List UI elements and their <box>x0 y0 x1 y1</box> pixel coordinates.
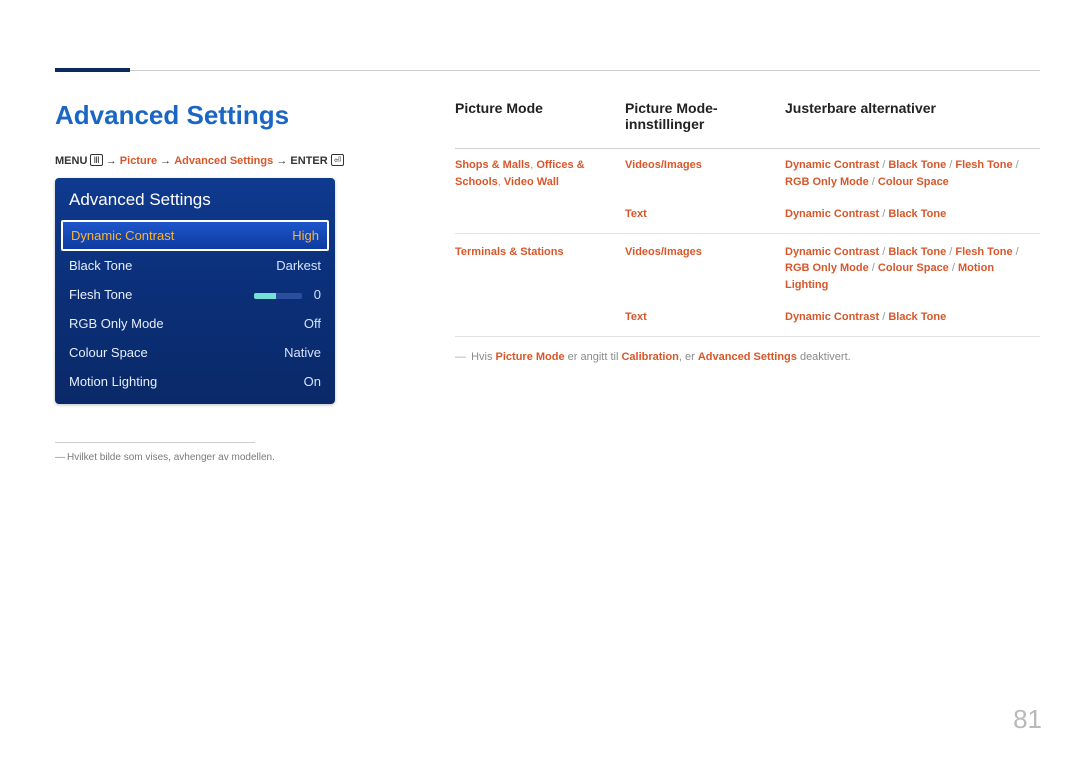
table-row: Shops & Malls, Offices & Schools, Video … <box>455 149 1040 198</box>
arrow-icon: → <box>106 155 117 167</box>
td-setting: Text <box>625 206 785 223</box>
note-text: deaktivert. <box>797 351 851 363</box>
breadcrumb-menu: MENU <box>55 155 87 167</box>
osd-title: Advanced Settings <box>55 178 335 220</box>
osd-value: Off <box>304 316 321 331</box>
td-options: Dynamic Contrast / Black Tone <box>785 206 1040 223</box>
page-title: Advanced Settings <box>55 100 289 131</box>
osd-label: Flesh Tone <box>69 287 132 302</box>
osd-value: 0 <box>314 287 321 302</box>
calibration-note: Hvis Picture Mode er angitt til Calibrat… <box>455 351 1040 363</box>
breadcrumb-picture: Picture <box>120 155 157 167</box>
osd-row-black-tone[interactable]: Black Tone Darkest <box>55 251 335 280</box>
footnote-separator <box>55 442 255 443</box>
osd-label: Motion Lighting <box>69 374 157 389</box>
footnote: Hvilket bilde som vises, avhenger av mod… <box>55 452 275 463</box>
osd-label: Dynamic Contrast <box>71 228 174 243</box>
note-bold: Picture Mode <box>496 351 565 363</box>
td-mode: Shops & Malls, Offices & Schools, Video … <box>455 157 625 190</box>
osd-value: Native <box>284 345 321 360</box>
table-row: Text Dynamic Contrast / Black Tone <box>455 301 1040 334</box>
row-separator <box>455 336 1040 337</box>
th-adjustable-options: Justerbare alternativer <box>785 100 1040 132</box>
osd-panel: Advanced Settings Dynamic Contrast High … <box>55 178 335 404</box>
osd-label: Colour Space <box>69 345 148 360</box>
row-separator <box>455 233 1040 234</box>
table-header: Picture Mode Picture Mode-innstillinger … <box>455 100 1040 149</box>
osd-value: High <box>292 228 319 243</box>
options-table: Picture Mode Picture Mode-innstillinger … <box>455 100 1040 363</box>
td-mode <box>455 309 625 326</box>
note-text: er angitt til <box>565 351 622 363</box>
breadcrumb-advanced: Advanced Settings <box>174 155 273 167</box>
osd-row-rgb-only[interactable]: RGB Only Mode Off <box>55 309 335 338</box>
osd-label: RGB Only Mode <box>69 316 164 331</box>
table-body: Shops & Malls, Offices & Schools, Video … <box>455 149 1040 337</box>
breadcrumb: MENU Ⅲ → Picture → Advanced Settings → E… <box>55 154 344 167</box>
td-setting: Videos/Images <box>625 244 785 294</box>
osd-row-motion-lighting[interactable]: Motion Lighting On <box>55 367 335 396</box>
note-bold: Advanced Settings <box>698 351 797 363</box>
td-options: Dynamic Contrast / Black Tone / Flesh To… <box>785 244 1040 294</box>
th-picture-mode-settings: Picture Mode-innstillinger <box>625 100 785 132</box>
td-options: Dynamic Contrast / Black Tone <box>785 309 1040 326</box>
slider-icon <box>254 293 302 299</box>
menu-icon: Ⅲ <box>90 154 102 166</box>
top-rule-accent <box>55 68 130 72</box>
page-number: 81 <box>1013 704 1042 735</box>
osd-row-flesh-tone[interactable]: Flesh Tone 0 <box>55 280 335 309</box>
note-text: Hvis <box>471 351 495 363</box>
table-row: Text Dynamic Contrast / Black Tone <box>455 198 1040 231</box>
th-picture-mode: Picture Mode <box>455 100 625 132</box>
osd-value: On <box>304 374 321 389</box>
arrow-icon: → <box>160 155 171 167</box>
top-rule <box>55 70 1040 71</box>
osd-row-dynamic-contrast[interactable]: Dynamic Contrast High <box>61 220 329 251</box>
osd-row-colour-space[interactable]: Colour Space Native <box>55 338 335 367</box>
note-text: , er <box>679 351 698 363</box>
enter-icon: ⏎ <box>331 154 345 166</box>
td-options: Dynamic Contrast / Black Tone / Flesh To… <box>785 157 1040 190</box>
td-setting: Text <box>625 309 785 326</box>
td-mode <box>455 206 625 223</box>
arrow-icon: → <box>276 155 287 167</box>
osd-label: Black Tone <box>69 258 132 273</box>
note-bold: Calibration <box>621 351 678 363</box>
td-mode: Terminals & Stations <box>455 244 625 294</box>
breadcrumb-enter: ENTER <box>290 155 327 167</box>
osd-value-wrap: 0 <box>254 287 321 302</box>
td-setting: Videos/Images <box>625 157 785 190</box>
table-row: Terminals & Stations Videos/Images Dynam… <box>455 236 1040 302</box>
osd-value: Darkest <box>276 258 321 273</box>
